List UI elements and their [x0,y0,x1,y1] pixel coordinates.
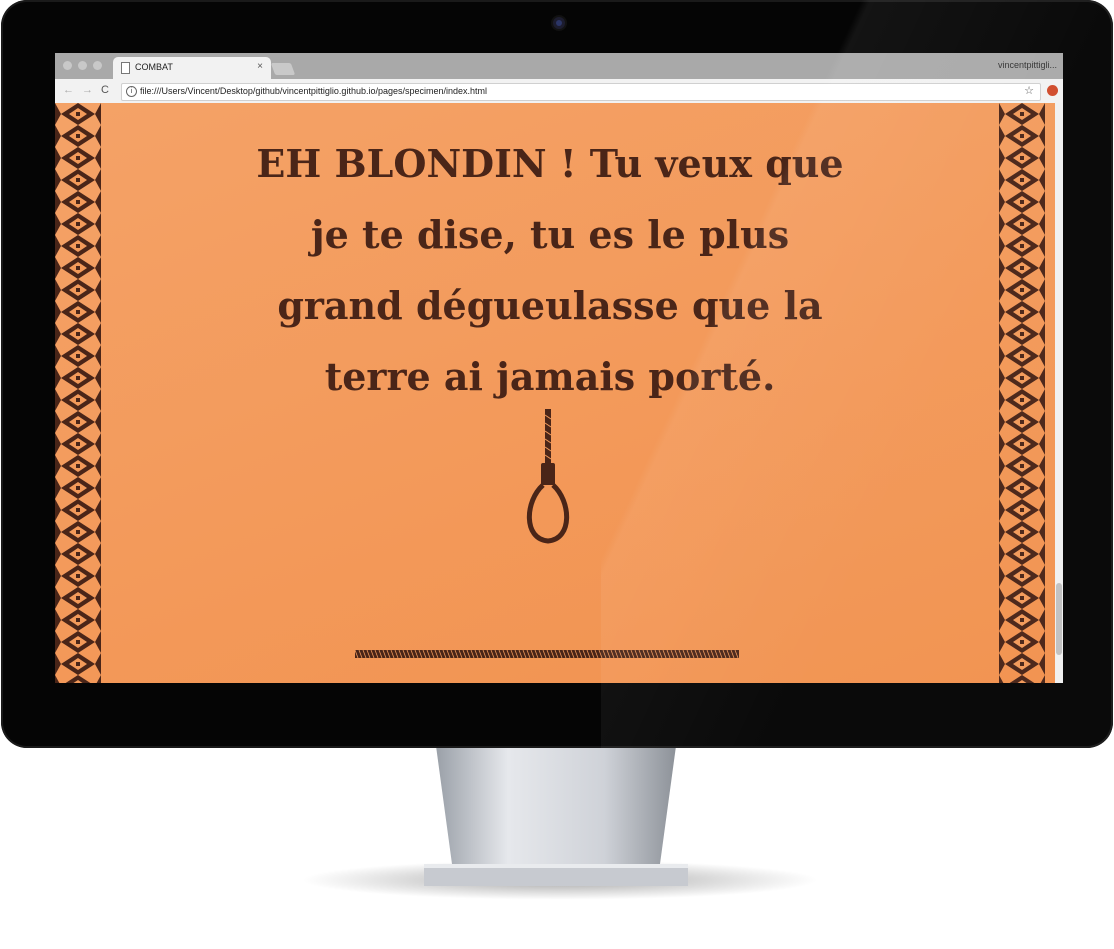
quote-text: EH BLONDIN ! Tu veux que je te dise, tu … [256,141,844,399]
window-controls [63,61,102,70]
tab-close-icon[interactable]: × [257,61,263,72]
new-tab-button[interactable] [270,63,296,75]
scrollbar[interactable] [1055,103,1063,683]
address-bar: ← → C i file:///Users/Vincent/Desktop/gi… [55,79,1063,104]
noose-icon [526,409,570,544]
maximize-window-button[interactable] [93,61,102,70]
extension-icon[interactable] [1047,85,1058,96]
page-content: EH BLONDIN ! Tu veux que je te dise, tu … [55,103,1055,683]
tab-bar: COMBAT × vincentpittigli... [55,53,1063,79]
url-text[interactable]: file:///Users/Vincent/Desktop/github/vin… [140,86,487,96]
back-button[interactable]: ← [63,84,74,96]
monitor-frame: COMBAT × vincentpittigli... ← → C i file… [1,0,1113,748]
minimize-window-button[interactable] [78,61,87,70]
tab-title: COMBAT [135,62,173,72]
star-icon[interactable]: ☆ [1024,84,1034,97]
url-input[interactable]: i file:///Users/Vincent/Desktop/github/v… [121,83,1041,101]
profile-label[interactable]: vincentpittigli... [998,60,1057,70]
tab-combat[interactable]: COMBAT × [113,57,271,79]
info-icon[interactable]: i [126,86,137,97]
rope-divider [355,649,739,659]
reload-button[interactable]: C [101,84,109,96]
webcam [553,17,565,29]
decorative-border-left [55,103,101,683]
scrollbar-thumb[interactable] [1056,583,1062,655]
decorative-border-right [999,103,1045,683]
forward-button[interactable]: → [82,84,93,96]
file-icon [121,62,130,74]
browser-window: COMBAT × vincentpittigli... ← → C i file… [55,53,1063,683]
monitor-stand [424,746,688,886]
close-window-button[interactable] [63,61,72,70]
